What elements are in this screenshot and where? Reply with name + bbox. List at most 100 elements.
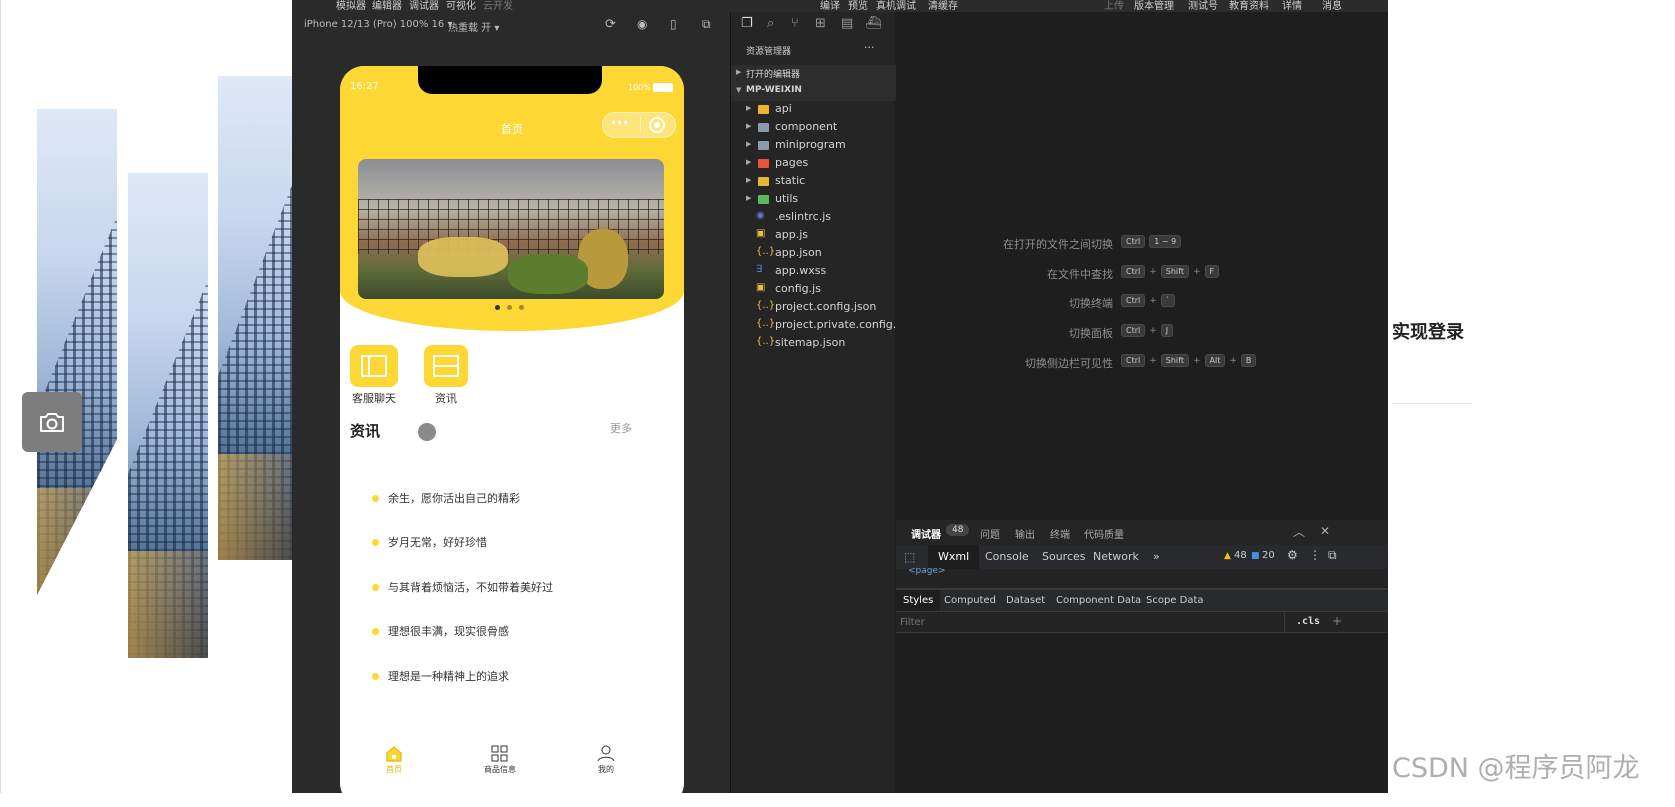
menu-item[interactable]: 调试器 (409, 0, 439, 12)
menu-item[interactable]: 消息 (1322, 0, 1342, 12)
tab-debugger[interactable]: 调试器 (911, 526, 941, 541)
tab-output[interactable]: 输出 (1015, 526, 1035, 541)
greens-graphic (508, 254, 588, 294)
capsule-menu[interactable]: ••• (602, 112, 676, 138)
wxml-node[interactable]: <page> (908, 566, 946, 576)
menu-item[interactable]: 上传 (1104, 0, 1124, 12)
menu-item[interactable]: 教育资料 (1229, 0, 1269, 12)
key-separator: + (1149, 325, 1157, 336)
shortcut-row: 切换侧边栏可见性 Ctrl + Shift + Alt + B (896, 353, 1388, 371)
search-icon[interactable]: ⌕ (767, 16, 774, 31)
banner-indicator-dot[interactable] (519, 305, 524, 310)
camera-button[interactable] (22, 392, 82, 452)
tree-file[interactable]: {..} app.json (731, 245, 896, 263)
banner-indicator-dot[interactable] (495, 305, 500, 310)
collapse-icon[interactable]: ︿ (1293, 523, 1305, 540)
tree-file[interactable]: ∃ app.wxss (731, 263, 896, 281)
tree-folder[interactable]: ▶ utils (731, 191, 896, 209)
menu-item[interactable]: 清缓存 (928, 0, 958, 12)
menu-item[interactable]: 模拟器 (336, 0, 366, 12)
news-item[interactable]: 余生，愿你活出自己的精彩 (372, 490, 520, 506)
menu-item[interactable]: 版本管理 (1134, 0, 1174, 12)
filter-input[interactable] (900, 615, 1280, 630)
file-name: pages (775, 156, 809, 169)
tab-problems[interactable]: 问题 (980, 526, 1000, 541)
files-icon[interactable]: ❐ (741, 16, 753, 31)
message-count[interactable]: 20 (1262, 550, 1275, 561)
tab-styles[interactable]: Styles (896, 590, 941, 612)
tab-component-data[interactable]: Component Data (1056, 595, 1141, 606)
menu-item[interactable]: 预览 (848, 0, 868, 12)
detach-icon[interactable]: ⧉ (702, 17, 711, 32)
shortcut-label: 在打开的文件之间切换 (1003, 238, 1113, 251)
tree-file[interactable]: ▣ app.js (731, 227, 896, 245)
tree-folder[interactable]: ▶ component (731, 119, 896, 137)
project-root[interactable]: ▼ MP-WEIXIN (731, 83, 896, 101)
tab-terminal[interactable]: 终端 (1050, 526, 1070, 541)
warning-count[interactable]: 48 (1234, 550, 1247, 561)
tree-folder[interactable]: ▶ api (731, 101, 896, 119)
news-more-link[interactable]: 更多 (610, 420, 632, 436)
add-rule-button[interactable]: + (1332, 614, 1342, 628)
record-icon[interactable]: ◉ (637, 17, 647, 31)
tab-profile[interactable]: 我的 (566, 745, 646, 775)
news-item[interactable]: 与其背着烦恼活，不如带着美好过 (372, 579, 553, 595)
more-dots-icon[interactable]: ••• (610, 116, 629, 130)
close-target-icon[interactable] (649, 117, 665, 133)
tree-file[interactable]: {..} project.private.config.js... (731, 317, 916, 335)
tab-code-quality[interactable]: 代码质量 (1084, 526, 1124, 541)
extensions-icon[interactable]: ⊞ (815, 16, 826, 31)
message-icon: ■ (1251, 551, 1260, 561)
news-item[interactable]: 岁月无常，好好珍惜 (372, 534, 487, 550)
menu-item[interactable]: 编辑器 (372, 0, 402, 12)
menu-item[interactable]: 真机调试 (876, 0, 916, 12)
tree-file[interactable]: {..} sitemap.json (731, 335, 896, 353)
tree-folder[interactable]: ▶ pages (731, 155, 896, 173)
file-explorer: ❐ ⌕ ⑂ ⊞ ▤ ⛴ 资源管理器 ··· ▶ 打开的编辑器 ▼ MP-WEIX… (730, 12, 916, 793)
tree-folder[interactable]: ▶ miniprogram (731, 137, 896, 155)
tab-label: 首页 (386, 765, 402, 774)
device-select[interactable]: iPhone 12/13 (Pro) 100% 16 ▾ (304, 19, 452, 30)
preview-icon[interactable]: ▤ (841, 16, 853, 31)
close-icon[interactable]: ✕ (1320, 524, 1330, 538)
menu-item[interactable]: 云开发 (483, 0, 513, 12)
tab-sources[interactable]: Sources (1042, 550, 1086, 563)
cls-button[interactable]: .cls (1296, 616, 1320, 627)
tab-products[interactable]: 商品信息 (460, 745, 540, 775)
inspect-icon[interactable]: ⬚ (904, 550, 915, 564)
news-item[interactable]: 理想很丰满，现实很骨感 (372, 623, 509, 639)
menu-item[interactable]: 测试号 (1188, 0, 1218, 12)
tab-computed[interactable]: Computed (944, 595, 996, 606)
banner-indicator-dot[interactable] (507, 305, 512, 310)
tree-file[interactable]: ▣ config.js (731, 281, 896, 299)
explorer-more-button[interactable]: ··· (864, 41, 875, 54)
tree-file[interactable]: ◉ .eslintrc.js (731, 209, 896, 227)
wxml-tree[interactable]: <page> (896, 566, 1388, 589)
phone-icon[interactable]: ▯ (670, 17, 677, 31)
tree-folder[interactable]: ▶ static (731, 173, 896, 191)
tab-network[interactable]: Network (1093, 550, 1139, 563)
docker-icon[interactable]: ⛴ (865, 16, 882, 31)
hot-reload-toggle[interactable]: 热重载 开 ▾ (448, 19, 499, 34)
shortcut-keys: Ctrl + Shift + Alt + B (1121, 354, 1260, 367)
tab-scope-data[interactable]: Scope Data (1146, 595, 1204, 606)
tab-console[interactable]: Console (985, 550, 1029, 563)
news-item[interactable]: 理想是一种精神上的追求 (372, 668, 509, 684)
bullet-icon (372, 494, 379, 502)
quick-link-news[interactable]: 资讯 (424, 345, 468, 406)
tab-dataset[interactable]: Dataset (1006, 595, 1045, 606)
banner-image[interactable] (358, 159, 664, 299)
quick-link-customer-service[interactable]: 客服聊天 (350, 345, 398, 406)
menu-item[interactable]: 详情 (1282, 0, 1302, 12)
tree-file[interactable]: {..} project.config.json (731, 299, 896, 317)
tab-home[interactable]: 首页 (354, 745, 434, 775)
gear-icon[interactable]: ⚙ (1287, 548, 1298, 562)
source-control-icon[interactable]: ⑂ (791, 16, 799, 31)
dock-icon[interactable]: ⧉ (1328, 548, 1337, 563)
open-editors-section[interactable]: ▶ 打开的编辑器 (731, 65, 896, 83)
more-tabs-button[interactable]: » (1153, 550, 1160, 563)
menu-item[interactable]: 编译 (820, 0, 840, 12)
kebab-menu-icon[interactable]: ⋮ (1309, 548, 1321, 562)
refresh-icon[interactable]: ⟳ (605, 17, 616, 32)
menu-item[interactable]: 可视化 (446, 0, 476, 12)
